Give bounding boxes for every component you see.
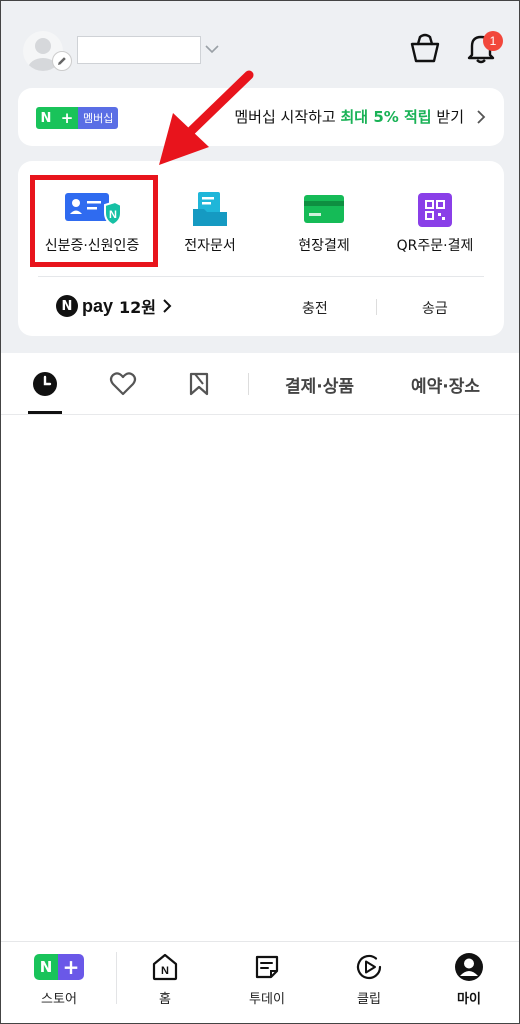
app-screen: 1 N + 멤버십 멤버십 시작하고 최대 5% 적립 받기 N 신분증·신원인… bbox=[0, 0, 520, 1024]
activity-tabs: 결제·상품 예약·장소 bbox=[1, 353, 519, 415]
logo-membership-text: 멤버십 bbox=[78, 107, 119, 129]
pay-word: pay bbox=[82, 295, 114, 316]
quick-menu-e-documents[interactable]: 전자문서 bbox=[150, 179, 270, 269]
edit-pencil-icon[interactable] bbox=[52, 51, 72, 71]
nav-label: 투데이 bbox=[249, 992, 285, 1007]
naver-pay-balance[interactable]: N pay 12원 bbox=[56, 294, 172, 318]
nav-today[interactable]: 투데이 bbox=[227, 952, 307, 1014]
banner-text-highlight: 최대 5% 적립 bbox=[340, 108, 432, 126]
bottom-navigation: N + 스토어 N 홈 투데이 클립 마이 bbox=[1, 941, 519, 1023]
svg-text:N: N bbox=[161, 965, 169, 977]
heart-icon[interactable] bbox=[109, 371, 137, 397]
quick-menu-label: QR주문·결제 bbox=[396, 238, 474, 254]
chevron-down-icon[interactable] bbox=[204, 43, 220, 55]
naver-pay-logo: N bbox=[56, 295, 78, 317]
nav-store[interactable]: N + 스토어 bbox=[19, 952, 99, 1014]
tab-payment-products[interactable]: 결제·상품 bbox=[285, 372, 354, 397]
document-folder-icon bbox=[190, 189, 230, 233]
nav-clip[interactable]: 클립 bbox=[329, 952, 409, 1014]
profile-icon bbox=[454, 952, 484, 986]
divider bbox=[116, 952, 117, 1004]
home-icon: N bbox=[150, 952, 180, 986]
today-icon bbox=[252, 952, 282, 986]
store-logo-icon: N + bbox=[34, 954, 84, 980]
banner-text: 멤버십 시작하고 최대 5% 적립 받기 bbox=[234, 106, 464, 127]
naver-plus-membership-logo: N + 멤버십 bbox=[36, 107, 119, 129]
membership-banner[interactable]: N + 멤버십 멤버십 시작하고 최대 5% 적립 받기 bbox=[18, 88, 504, 146]
nav-home[interactable]: N 홈 bbox=[125, 952, 205, 1014]
chevron-right-icon bbox=[477, 110, 486, 124]
store-logo-plus: + bbox=[58, 954, 84, 980]
pay-balance-amount: 12원 bbox=[119, 298, 157, 317]
nav-label: 마이 bbox=[457, 992, 481, 1007]
clock-icon[interactable] bbox=[32, 371, 58, 397]
divider bbox=[38, 276, 484, 277]
logo-n: N bbox=[36, 107, 56, 129]
divider bbox=[248, 373, 249, 395]
bookmark-icon[interactable] bbox=[187, 371, 211, 397]
nav-label: 스토어 bbox=[41, 992, 77, 1007]
charge-button[interactable]: 충전 bbox=[302, 298, 328, 318]
clip-play-icon bbox=[354, 952, 384, 986]
divider bbox=[376, 299, 377, 315]
store-logo-n: N bbox=[34, 954, 58, 980]
notification-badge: 1 bbox=[483, 31, 503, 51]
red-arrow-icon bbox=[159, 70, 254, 165]
active-tab-indicator bbox=[28, 411, 62, 414]
banner-text-suffix: 받기 bbox=[431, 108, 464, 126]
nav-label: 홈 bbox=[159, 992, 171, 1007]
quick-menu-label: 현장결제 bbox=[298, 238, 350, 254]
card-payment-icon bbox=[302, 189, 346, 233]
tab-reservations-places[interactable]: 예약·장소 bbox=[411, 372, 480, 397]
quick-menu-onsite-payment[interactable]: 현장결제 bbox=[264, 179, 384, 269]
send-money-button[interactable]: 송금 bbox=[422, 298, 448, 318]
quick-menu-qr-order[interactable]: QR주문·결제 bbox=[375, 179, 495, 269]
nav-my[interactable]: 마이 bbox=[429, 952, 509, 1014]
highlight-box bbox=[30, 175, 158, 267]
logo-plus: + bbox=[56, 107, 78, 129]
qr-code-icon bbox=[417, 189, 453, 233]
nickname-field[interactable] bbox=[77, 36, 201, 64]
chevron-right-icon bbox=[163, 299, 172, 313]
quick-menu-label: 전자문서 bbox=[184, 238, 236, 254]
shopping-bag-icon[interactable] bbox=[408, 31, 442, 65]
nav-label: 클립 bbox=[357, 992, 381, 1007]
